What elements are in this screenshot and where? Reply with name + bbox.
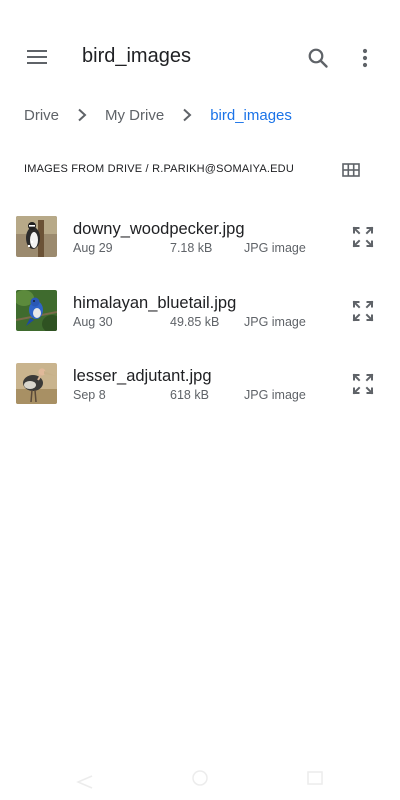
menu-icon — [27, 50, 47, 64]
breadcrumb: Drive My Drive bird_images — [24, 104, 292, 126]
search-button[interactable] — [300, 40, 336, 76]
file-size: 618 kB — [170, 388, 209, 402]
woodpecker-thumbnail — [16, 216, 57, 257]
file-date: Sep 8 — [73, 388, 106, 402]
grid-view-icon — [342, 163, 360, 177]
file-type: JPG image — [244, 314, 306, 329]
file-row[interactable]: himalayan_bluetail.jpg Aug 30 49.85 kB J… — [0, 282, 400, 356]
file-size: 49.85 kB — [170, 314, 220, 329]
file-type: JPG image — [244, 388, 306, 402]
home-icon[interactable] — [192, 770, 208, 786]
search-icon — [308, 48, 328, 68]
breadcrumb-drive[interactable]: Drive — [24, 107, 59, 124]
breadcrumb-current-folder[interactable]: bird_images — [210, 107, 292, 124]
file-date: Aug 29 — [73, 241, 113, 255]
recents-icon[interactable] — [307, 771, 323, 785]
expand-button[interactable] — [348, 222, 378, 252]
breadcrumb-my-drive[interactable]: My Drive — [105, 107, 164, 124]
chevron-right-icon — [174, 104, 200, 126]
page-title: bird_images — [82, 45, 191, 67]
expand-icon — [352, 226, 374, 248]
file-list: downy_woodpecker.jpg Aug 29 7.18 kB JPG … — [0, 208, 400, 429]
chevron-right-icon — [69, 104, 95, 126]
file-name: downy_woodpecker.jpg — [73, 220, 245, 238]
system-navigation-bar — [0, 770, 400, 800]
file-name: lesser_adjutant.jpg — [73, 367, 212, 385]
file-name: himalayan_bluetail.jpg — [73, 293, 237, 312]
back-icon[interactable] — [76, 775, 93, 789]
app-bar: bird_images — [0, 0, 400, 90]
expand-button[interactable] — [348, 369, 378, 399]
file-type: JPG image — [244, 241, 306, 255]
expand-button[interactable] — [348, 296, 378, 326]
grid-view-button[interactable] — [340, 160, 362, 180]
file-size: 7.18 kB — [170, 241, 213, 255]
file-row[interactable]: downy_woodpecker.jpg Aug 29 7.18 kB JPG … — [0, 208, 400, 282]
bluetail-thumbnail — [16, 289, 57, 331]
adjutant-thumbnail — [16, 363, 57, 404]
menu-button[interactable] — [20, 40, 54, 74]
file-date: Aug 30 — [73, 314, 113, 329]
more-options-button[interactable] — [350, 40, 380, 76]
more-vert-icon — [362, 48, 368, 68]
file-row[interactable]: lesser_adjutant.jpg Sep 8 618 kB JPG ima… — [0, 355, 400, 429]
expand-icon — [352, 373, 374, 395]
section-label: IMAGES FROM DRIVE / R.PARIKH@SOMAIYA.EDU — [24, 163, 294, 175]
section-header: IMAGES FROM DRIVE / R.PARIKH@SOMAIYA.EDU — [24, 160, 376, 180]
expand-icon — [352, 300, 374, 321]
